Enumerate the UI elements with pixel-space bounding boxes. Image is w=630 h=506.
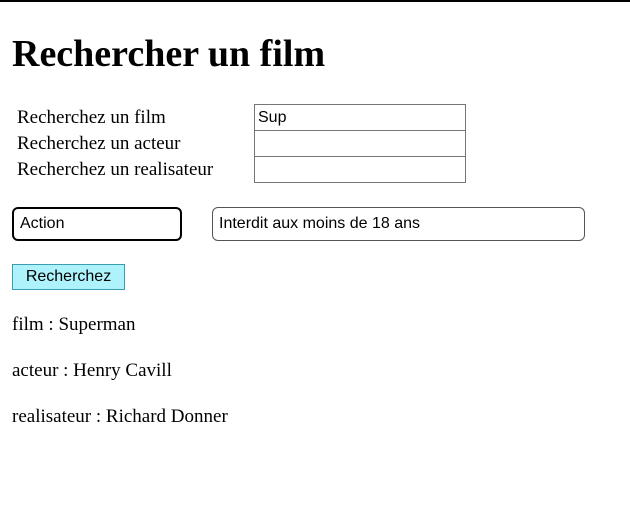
page-title: Rechercher un film [12,33,326,75]
result-acteur: acteur : Henry Cavill [12,360,172,381]
acteur-search-input[interactable] [254,130,466,157]
acteur-search-label: Recherchez un acteur [17,133,181,154]
realisateur-search-row: Recherchez un realisateur [17,156,467,183]
realisateur-search-input[interactable] [254,156,466,183]
genre-select[interactable]: Action [12,207,182,241]
realisateur-search-label: Recherchez un realisateur [17,159,214,180]
genre-select-value: Action [20,215,65,232]
search-submit-button[interactable]: Recherchez [12,264,125,290]
film-search-row: Recherchez un film [17,104,467,131]
result-film: film : Superman [12,314,136,335]
acteur-search-row: Recherchez un acteur [17,130,467,157]
result-realisateur: realisateur : Richard Donner [12,406,228,427]
search-form: Recherchez un film Recherchez un acteur … [17,104,467,183]
film-search-input[interactable] [254,104,466,131]
film-search-label: Recherchez un film [17,107,166,128]
rating-select-value: Interdit aux moins de 18 ans [219,215,421,232]
rating-select[interactable]: Interdit aux moins de 18 ans [212,207,585,241]
